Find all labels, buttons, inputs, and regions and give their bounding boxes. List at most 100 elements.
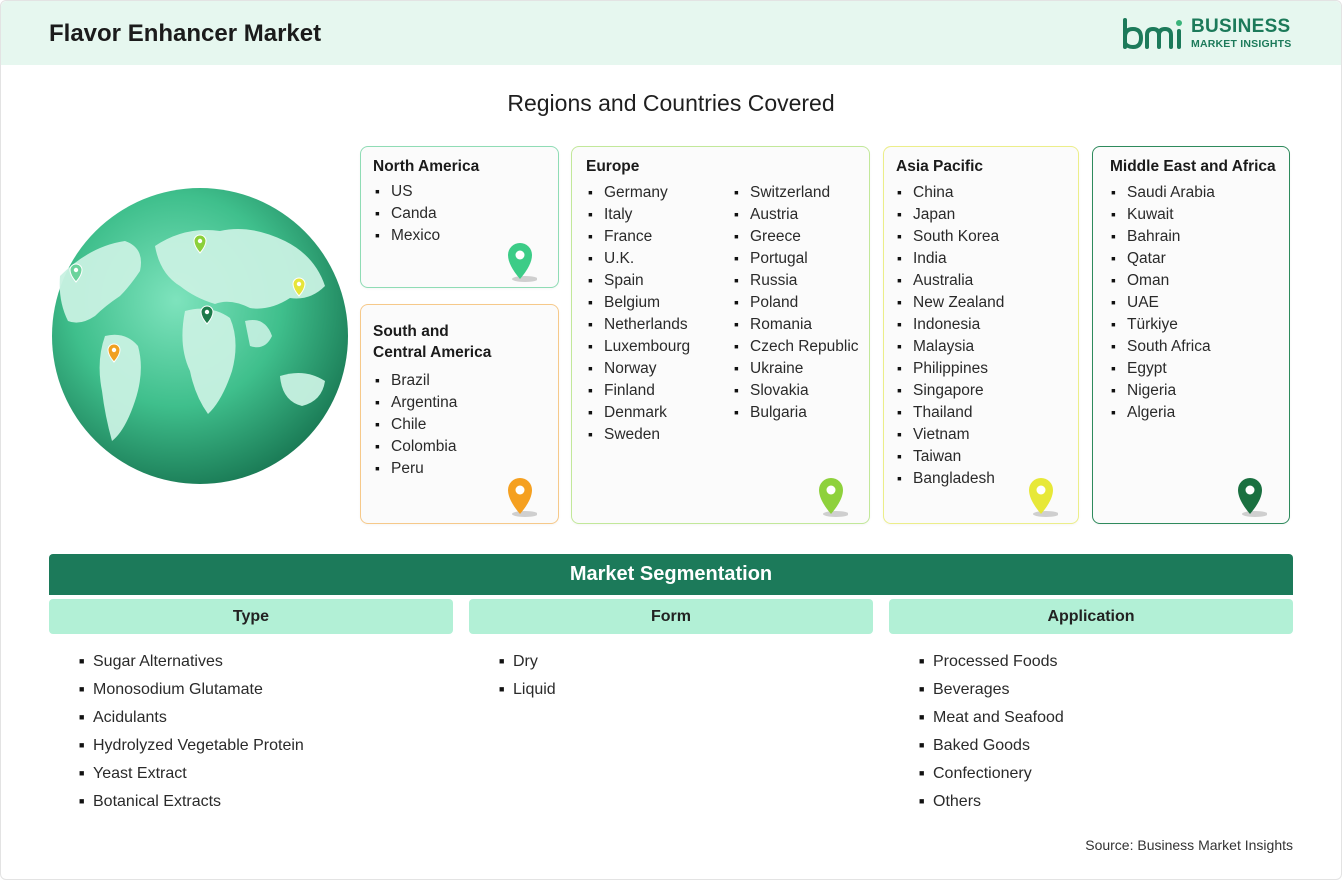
region-card-europe: Europe Germany Italy France U.K. Spain B… (571, 146, 870, 524)
regions-section-title: Regions and Countries Covered (507, 90, 835, 116)
country-item: Taiwan (897, 445, 1004, 467)
region-title-line-2: Central America (373, 344, 492, 361)
region-card-north-america: North America US Canda Mexico (360, 146, 559, 288)
country-item: Malaysia (897, 335, 1004, 357)
region-title-line-1: South and (373, 323, 449, 340)
country-item: Italy (588, 203, 690, 225)
country-item: Türkiye (1111, 313, 1215, 335)
country-item: Canda (375, 202, 440, 224)
segment-list-form: Dry Liquid (499, 650, 556, 706)
country-item: Austria (734, 203, 859, 225)
country-item: Qatar (1111, 247, 1215, 269)
country-list-europe-col2: Switzerland Austria Greece Portugal Russ… (734, 181, 859, 423)
country-item: Mexico (375, 224, 440, 246)
country-item: Australia (897, 269, 1004, 291)
segmentation-title-bar: Market Segmentation (49, 554, 1293, 595)
segment-item: Yeast Extract (79, 762, 304, 790)
source-note: Source: Business Market Insights (1085, 837, 1293, 853)
segment-item: Meat and Seafood (919, 706, 1064, 734)
segment-item: Acidulants (79, 706, 304, 734)
country-item: Algeria (1111, 401, 1215, 423)
country-list-north-america: US Canda Mexico (375, 180, 440, 246)
location-pin-icon (1238, 478, 1267, 517)
country-item: Slovakia (734, 379, 859, 401)
country-item: Colombia (375, 435, 457, 457)
country-item: Bahrain (1111, 225, 1215, 247)
country-item: Oman (1111, 269, 1215, 291)
country-item: Brazil (375, 369, 457, 391)
header-bar: Flavor Enhancer Market BUSINESS MARKET I… (1, 1, 1341, 65)
country-item: Bangladesh (897, 467, 1004, 489)
country-item: Nigeria (1111, 379, 1215, 401)
globe-illustration (52, 188, 348, 484)
region-card-middle-east-africa: Middle East and Africa Saudi Arabia Kuwa… (1092, 146, 1290, 524)
country-item: Denmark (588, 401, 690, 423)
segment-item: Others (919, 790, 1064, 818)
location-pin-icon (1029, 478, 1058, 517)
region-title-europe: Europe (586, 158, 640, 175)
region-card-south-central-america: South and Central America Brazil Argenti… (360, 304, 559, 524)
region-card-asia-pacific: Asia Pacific China Japan South Korea Ind… (883, 146, 1079, 524)
country-list-middle-east-africa: Saudi Arabia Kuwait Bahrain Qatar Oman U… (1111, 181, 1215, 423)
country-item: Netherlands (588, 313, 690, 335)
country-item: India (897, 247, 1004, 269)
country-item: Kuwait (1111, 203, 1215, 225)
country-item: Sweden (588, 423, 690, 445)
location-pin-icon (819, 478, 848, 517)
country-item: France (588, 225, 690, 247)
segment-header-type: Type (49, 599, 453, 634)
country-item: Philippines (897, 357, 1004, 379)
segment-item: Hydrolyzed Vegetable Protein (79, 734, 304, 762)
country-item: Japan (897, 203, 1004, 225)
country-item: Ukraine (734, 357, 859, 379)
segment-item: Baked Goods (919, 734, 1064, 762)
segment-header-application: Application (889, 599, 1293, 634)
logo-text-business: BUSINESS (1191, 16, 1291, 37)
country-item: Peru (375, 457, 457, 479)
segment-item: Beverages (919, 678, 1064, 706)
country-item: Greece (734, 225, 859, 247)
country-item: Finland (588, 379, 690, 401)
country-item: Norway (588, 357, 690, 379)
country-item: UAE (1111, 291, 1215, 313)
brand-logo: BUSINESS MARKET INSIGHTS (1121, 15, 1301, 55)
country-item: Portugal (734, 247, 859, 269)
country-item: Singapore (897, 379, 1004, 401)
country-item: Chile (375, 413, 457, 435)
country-item: Romania (734, 313, 859, 335)
country-item: Saudi Arabia (1111, 181, 1215, 203)
country-item: Belgium (588, 291, 690, 313)
country-item: South Korea (897, 225, 1004, 247)
country-item: Czech Republic (734, 335, 859, 357)
country-item: New Zealand (897, 291, 1004, 313)
country-item: Argentina (375, 391, 457, 413)
country-item: Egypt (1111, 357, 1215, 379)
country-item: Thailand (897, 401, 1004, 423)
logo-text-market-insights: MARKET INSIGHTS (1191, 38, 1292, 50)
location-pin-icon (508, 243, 537, 282)
country-item: Poland (734, 291, 859, 313)
country-list-europe-col1: Germany Italy France U.K. Spain Belgium … (588, 181, 690, 445)
country-list-asia-pacific: China Japan South Korea India Australia … (897, 181, 1004, 489)
segment-item: Monosodium Glutamate (79, 678, 304, 706)
segment-item: Confectionery (919, 762, 1064, 790)
page-title: Flavor Enhancer Market (49, 20, 322, 47)
region-title-asia-pacific: Asia Pacific (896, 158, 984, 175)
region-title-north-america: North America (373, 158, 480, 175)
country-item: Germany (588, 181, 690, 203)
country-item: Vietnam (897, 423, 1004, 445)
country-list-south-central-america: Brazil Argentina Chile Colombia Peru (375, 369, 457, 479)
region-title-middle-east-africa: Middle East and Africa (1110, 158, 1276, 175)
country-item: Spain (588, 269, 690, 291)
country-item: South Africa (1111, 335, 1215, 357)
country-item: U.K. (588, 247, 690, 269)
country-item: China (897, 181, 1004, 203)
country-item: Bulgaria (734, 401, 859, 423)
country-item: US (375, 180, 440, 202)
region-title-south-central-america: South and Central America (373, 321, 491, 363)
segment-list-application: Processed Foods Beverages Meat and Seafo… (919, 650, 1064, 818)
segment-item: Botanical Extracts (79, 790, 304, 818)
location-pin-icon (508, 478, 537, 517)
segment-item: Processed Foods (919, 650, 1064, 678)
segment-header-form: Form (469, 599, 873, 634)
